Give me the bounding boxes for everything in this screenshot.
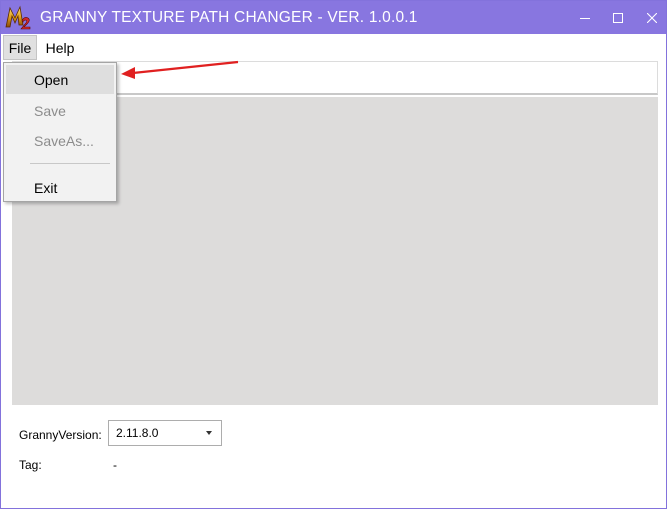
menu-file[interactable]: File	[3, 35, 37, 60]
file-dropdown-menu: Open Save SaveAs... Exit	[3, 62, 117, 202]
close-button[interactable]	[633, 1, 666, 34]
m2-logo-icon	[5, 5, 31, 30]
maximize-button[interactable]	[599, 1, 637, 34]
menu-separator	[30, 163, 110, 164]
minimize-icon	[580, 17, 590, 19]
close-icon	[647, 12, 657, 23]
granny-version-label: GrannyVersion:	[19, 428, 102, 442]
menu-bar: File Help	[1, 34, 666, 61]
menu-help[interactable]: Help	[40, 35, 80, 60]
chevron-down-icon	[206, 431, 212, 435]
menu-item-save[interactable]: Save	[6, 96, 114, 125]
window-title: GRANNY TEXTURE PATH CHANGER - VER. 1.0.0…	[40, 9, 418, 26]
menu-item-open[interactable]: Open	[6, 65, 114, 94]
granny-version-select[interactable]: 2.11.8.0	[108, 420, 222, 446]
menu-item-saveas[interactable]: SaveAs...	[6, 126, 114, 155]
maximize-icon	[613, 12, 623, 23]
tag-value: -	[113, 458, 117, 472]
title-bar[interactable]: GRANNY TEXTURE PATH CHANGER - VER. 1.0.0…	[1, 1, 666, 34]
tag-label: Tag:	[19, 458, 42, 472]
granny-version-value: 2.11.8.0	[116, 426, 159, 440]
menu-item-exit[interactable]: Exit	[6, 173, 114, 202]
app-window: GRANNY TEXTURE PATH CHANGER - VER. 1.0.0…	[0, 0, 667, 509]
